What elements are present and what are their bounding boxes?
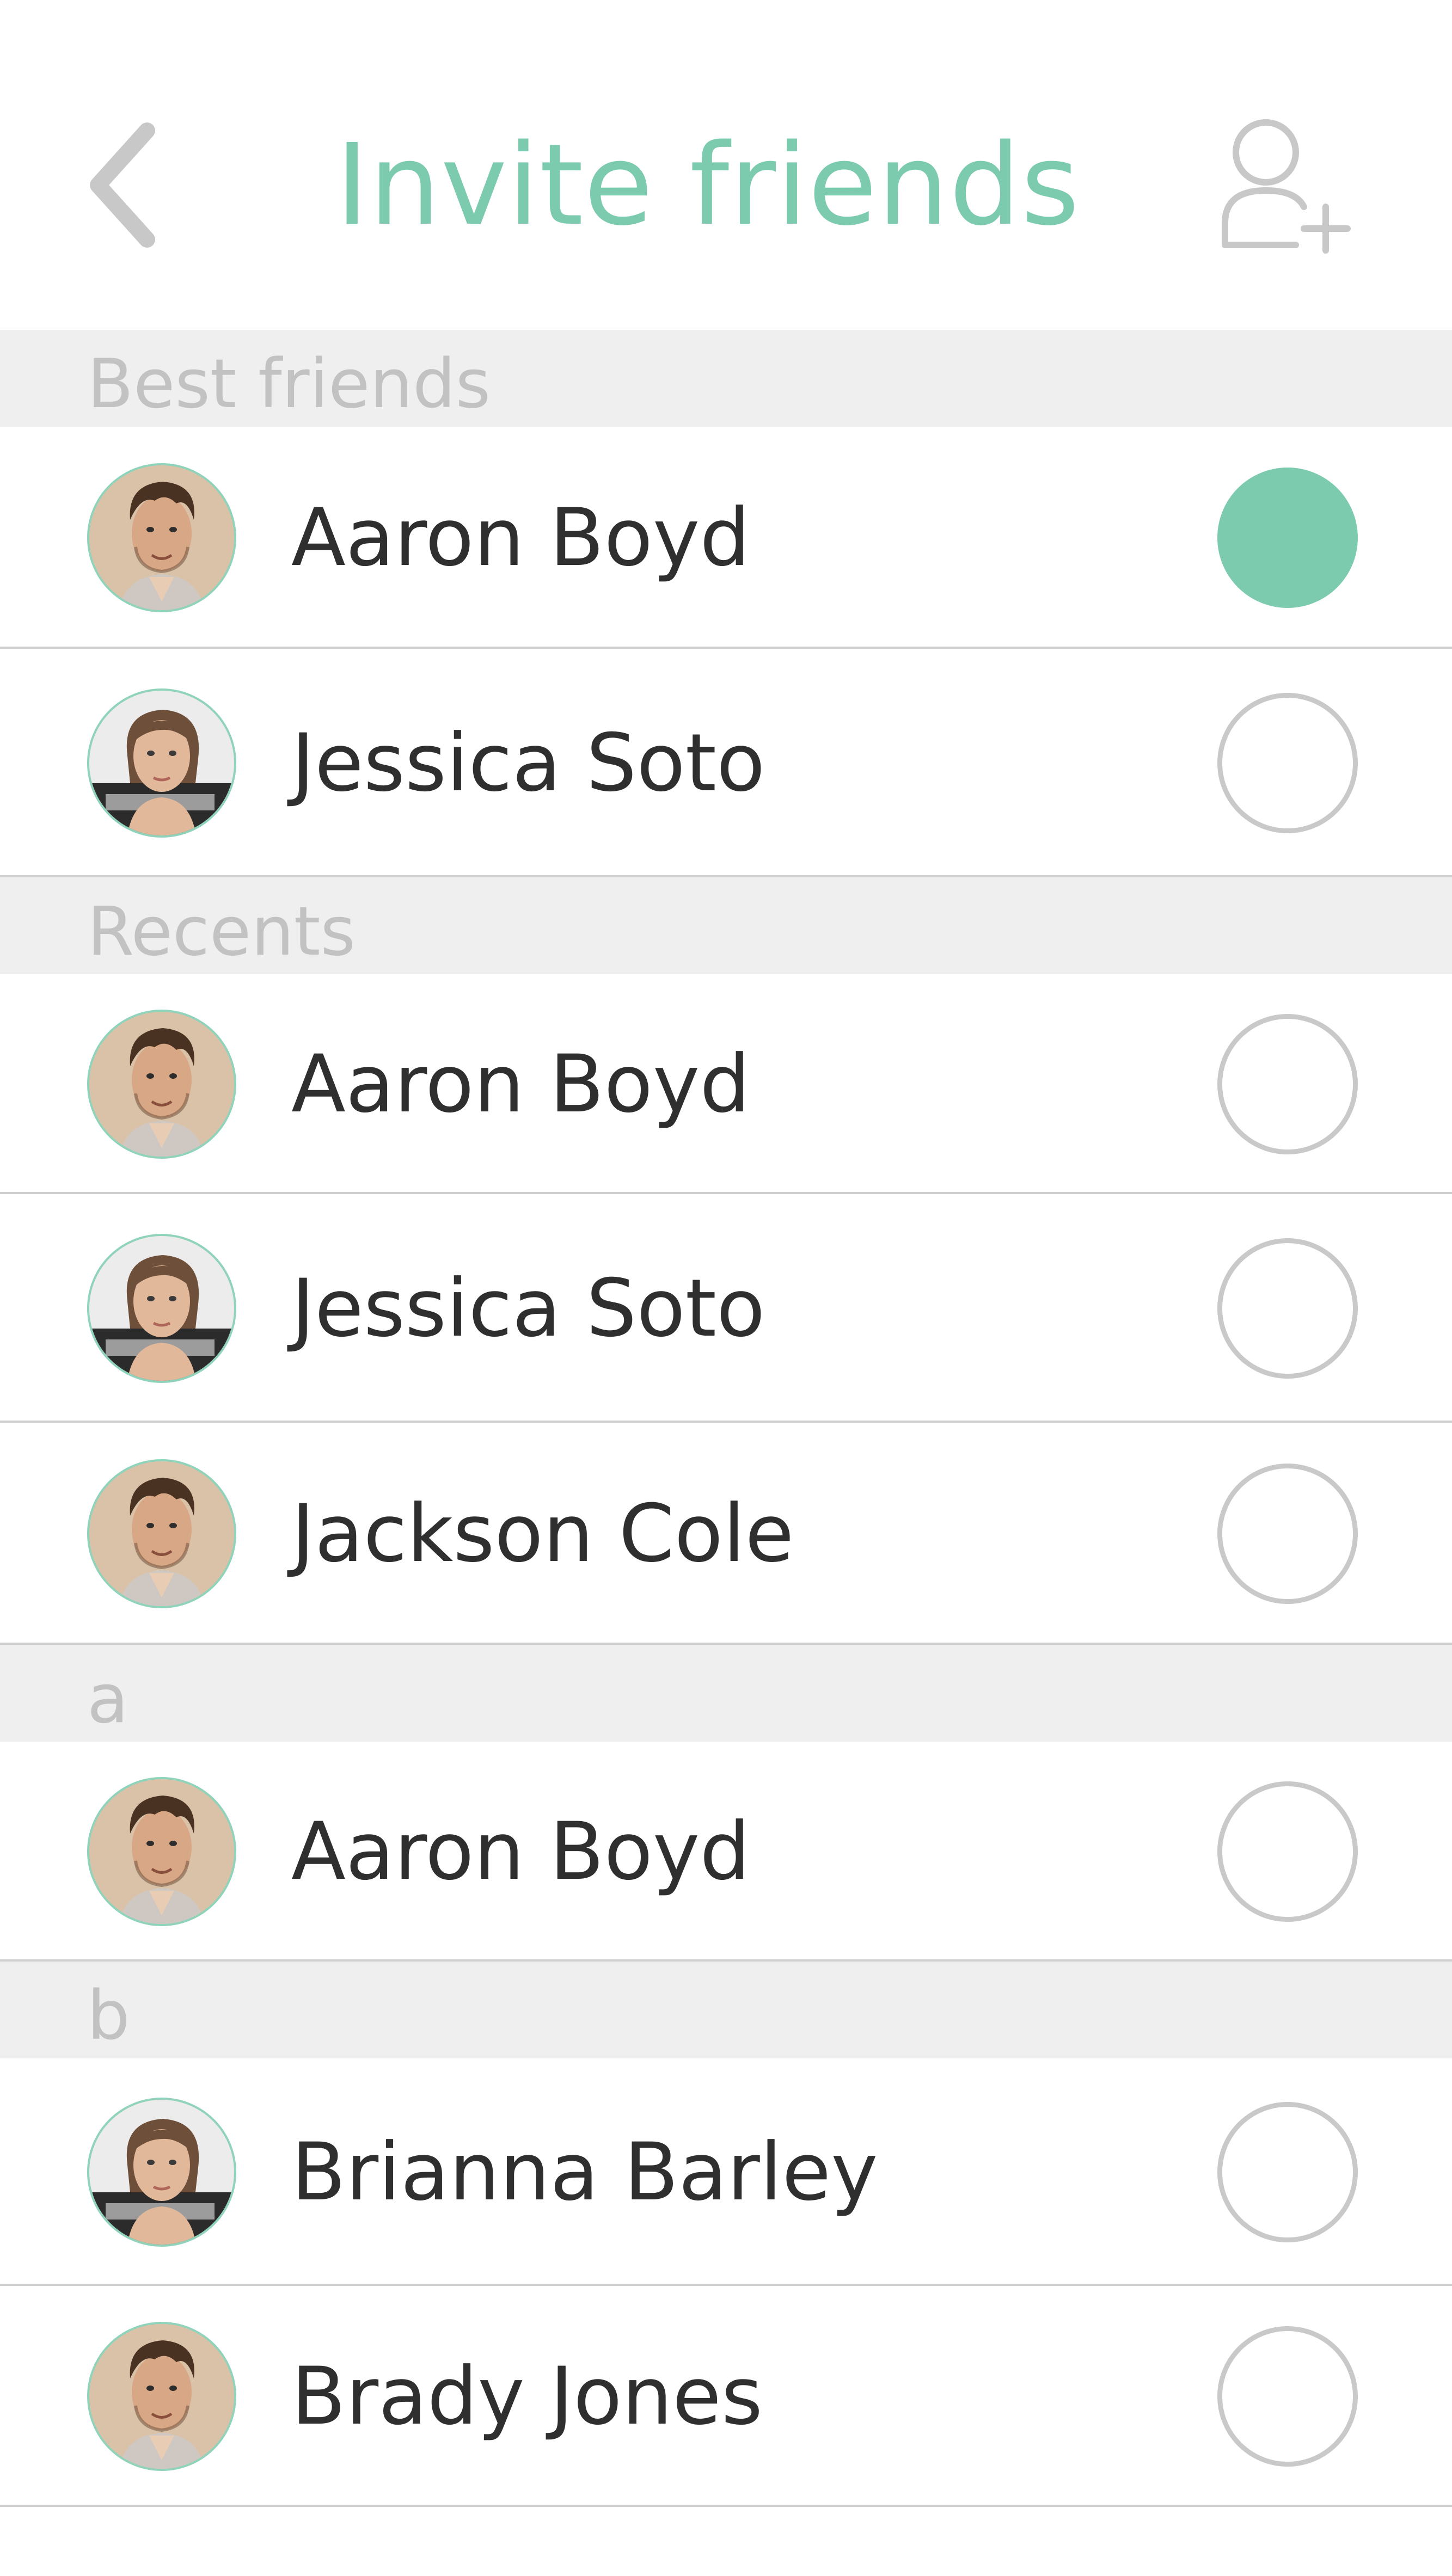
friend-name: Aaron Boyd [291,491,750,584]
friend-row[interactable]: Brady Jones [0,2286,1452,2507]
selected-checkbox[interactable] [1217,468,1358,608]
page-title: Invite friends [335,120,1080,250]
unselected-checkbox[interactable] [1217,2326,1358,2467]
add-user-icon [1222,119,1351,254]
friend-row[interactable]: Aaron Boyd [0,1742,1452,1962]
unselected-checkbox[interactable] [1217,1464,1358,1604]
avatar [87,2098,236,2247]
section-header: b [0,1962,1452,2058]
section-header: a [0,1645,1452,1742]
row-divider [0,2505,1452,2507]
unselected-checkbox[interactable] [1217,1014,1358,1154]
section-header: Recents [0,877,1452,974]
section-header: Best friends [0,330,1452,427]
friend-row[interactable]: Jessica Soto [0,1194,1452,1423]
avatar [87,463,236,612]
unselected-checkbox[interactable] [1217,1238,1358,1379]
friend-name: Jessica Soto [291,717,765,809]
friend-name: Brady Jones [291,2350,763,2443]
avatar [87,1010,236,1159]
unselected-checkbox[interactable] [1217,693,1358,833]
friend-name: Jackson Cole [291,1487,794,1580]
unselected-checkbox[interactable] [1217,1781,1358,1922]
avatar [87,1234,236,1383]
friend-row[interactable]: Jackson Cole [0,1423,1452,1645]
section-header-label: Recents [87,893,356,971]
avatar [87,1459,236,1608]
avatar [87,1777,236,1926]
avatar [87,2322,236,2471]
friend-name: Aaron Boyd [291,1038,750,1130]
friend-row[interactable]: Jessica Soto [0,649,1452,877]
section-header-label: Best friends [87,345,491,423]
friend-row[interactable]: Brianna Barley [0,2058,1452,2286]
navigation-bar: Invite friends [0,0,1452,330]
section-header-label: b [87,1977,130,2055]
friend-row[interactable]: Aaron Boyd [0,974,1452,1194]
friend-row[interactable]: Aaron Boyd [0,427,1452,649]
avatar [87,688,236,838]
friend-name: Jessica Soto [291,1262,765,1355]
unselected-checkbox[interactable] [1217,2102,1358,2242]
friend-name: Aaron Boyd [291,1805,750,1898]
section-header-label: a [87,1660,128,1738]
friend-name: Brianna Barley [291,2126,878,2218]
add-friend-button[interactable] [1214,114,1356,256]
